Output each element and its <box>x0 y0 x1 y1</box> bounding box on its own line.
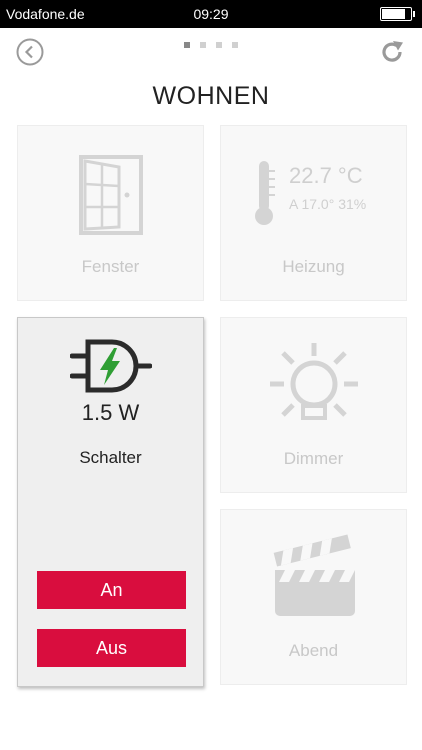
tile-heizung[interactable]: 22.7 °C A 17.0° 31% Heizung <box>220 125 407 301</box>
tile-label: Heizung <box>282 257 345 276</box>
temperature-details: A 17.0° 31% <box>289 196 367 212</box>
window-icon <box>79 155 143 235</box>
page-indicator <box>0 42 422 48</box>
tile-fenster[interactable]: Fenster <box>17 125 204 301</box>
tile-abend[interactable]: Abend <box>220 509 407 685</box>
temperature-value: 22.7 °C <box>289 163 363 188</box>
tile-label: Abend <box>288 641 339 660</box>
tile-label: Fenster <box>81 257 140 276</box>
plug-icon <box>70 339 152 393</box>
off-button[interactable]: Aus <box>37 629 186 667</box>
page-dot <box>216 42 222 48</box>
status-bar: Vodafone.de 09:29 <box>0 0 422 28</box>
on-button[interactable]: An <box>37 571 186 609</box>
thermometer-icon <box>255 161 275 225</box>
status-time: 09:29 <box>193 6 229 22</box>
page-dot <box>200 42 206 48</box>
power-value: 1.5 W <box>81 400 140 425</box>
tile-label: Schalter <box>79 448 142 467</box>
tile-schalter[interactable]: 1.5 W Schalter An Aus <box>17 317 204 687</box>
clapperboard-icon <box>273 534 355 616</box>
page-dot <box>184 42 190 48</box>
tile-dimmer[interactable]: Dimmer <box>220 317 407 493</box>
lightbulb-icon <box>270 343 358 420</box>
page-dot <box>232 42 238 48</box>
page-title: WOHNEN <box>152 82 270 110</box>
tile-label: Dimmer <box>283 449 344 468</box>
refresh-icon[interactable] <box>378 38 406 66</box>
battery-icon <box>380 7 415 21</box>
